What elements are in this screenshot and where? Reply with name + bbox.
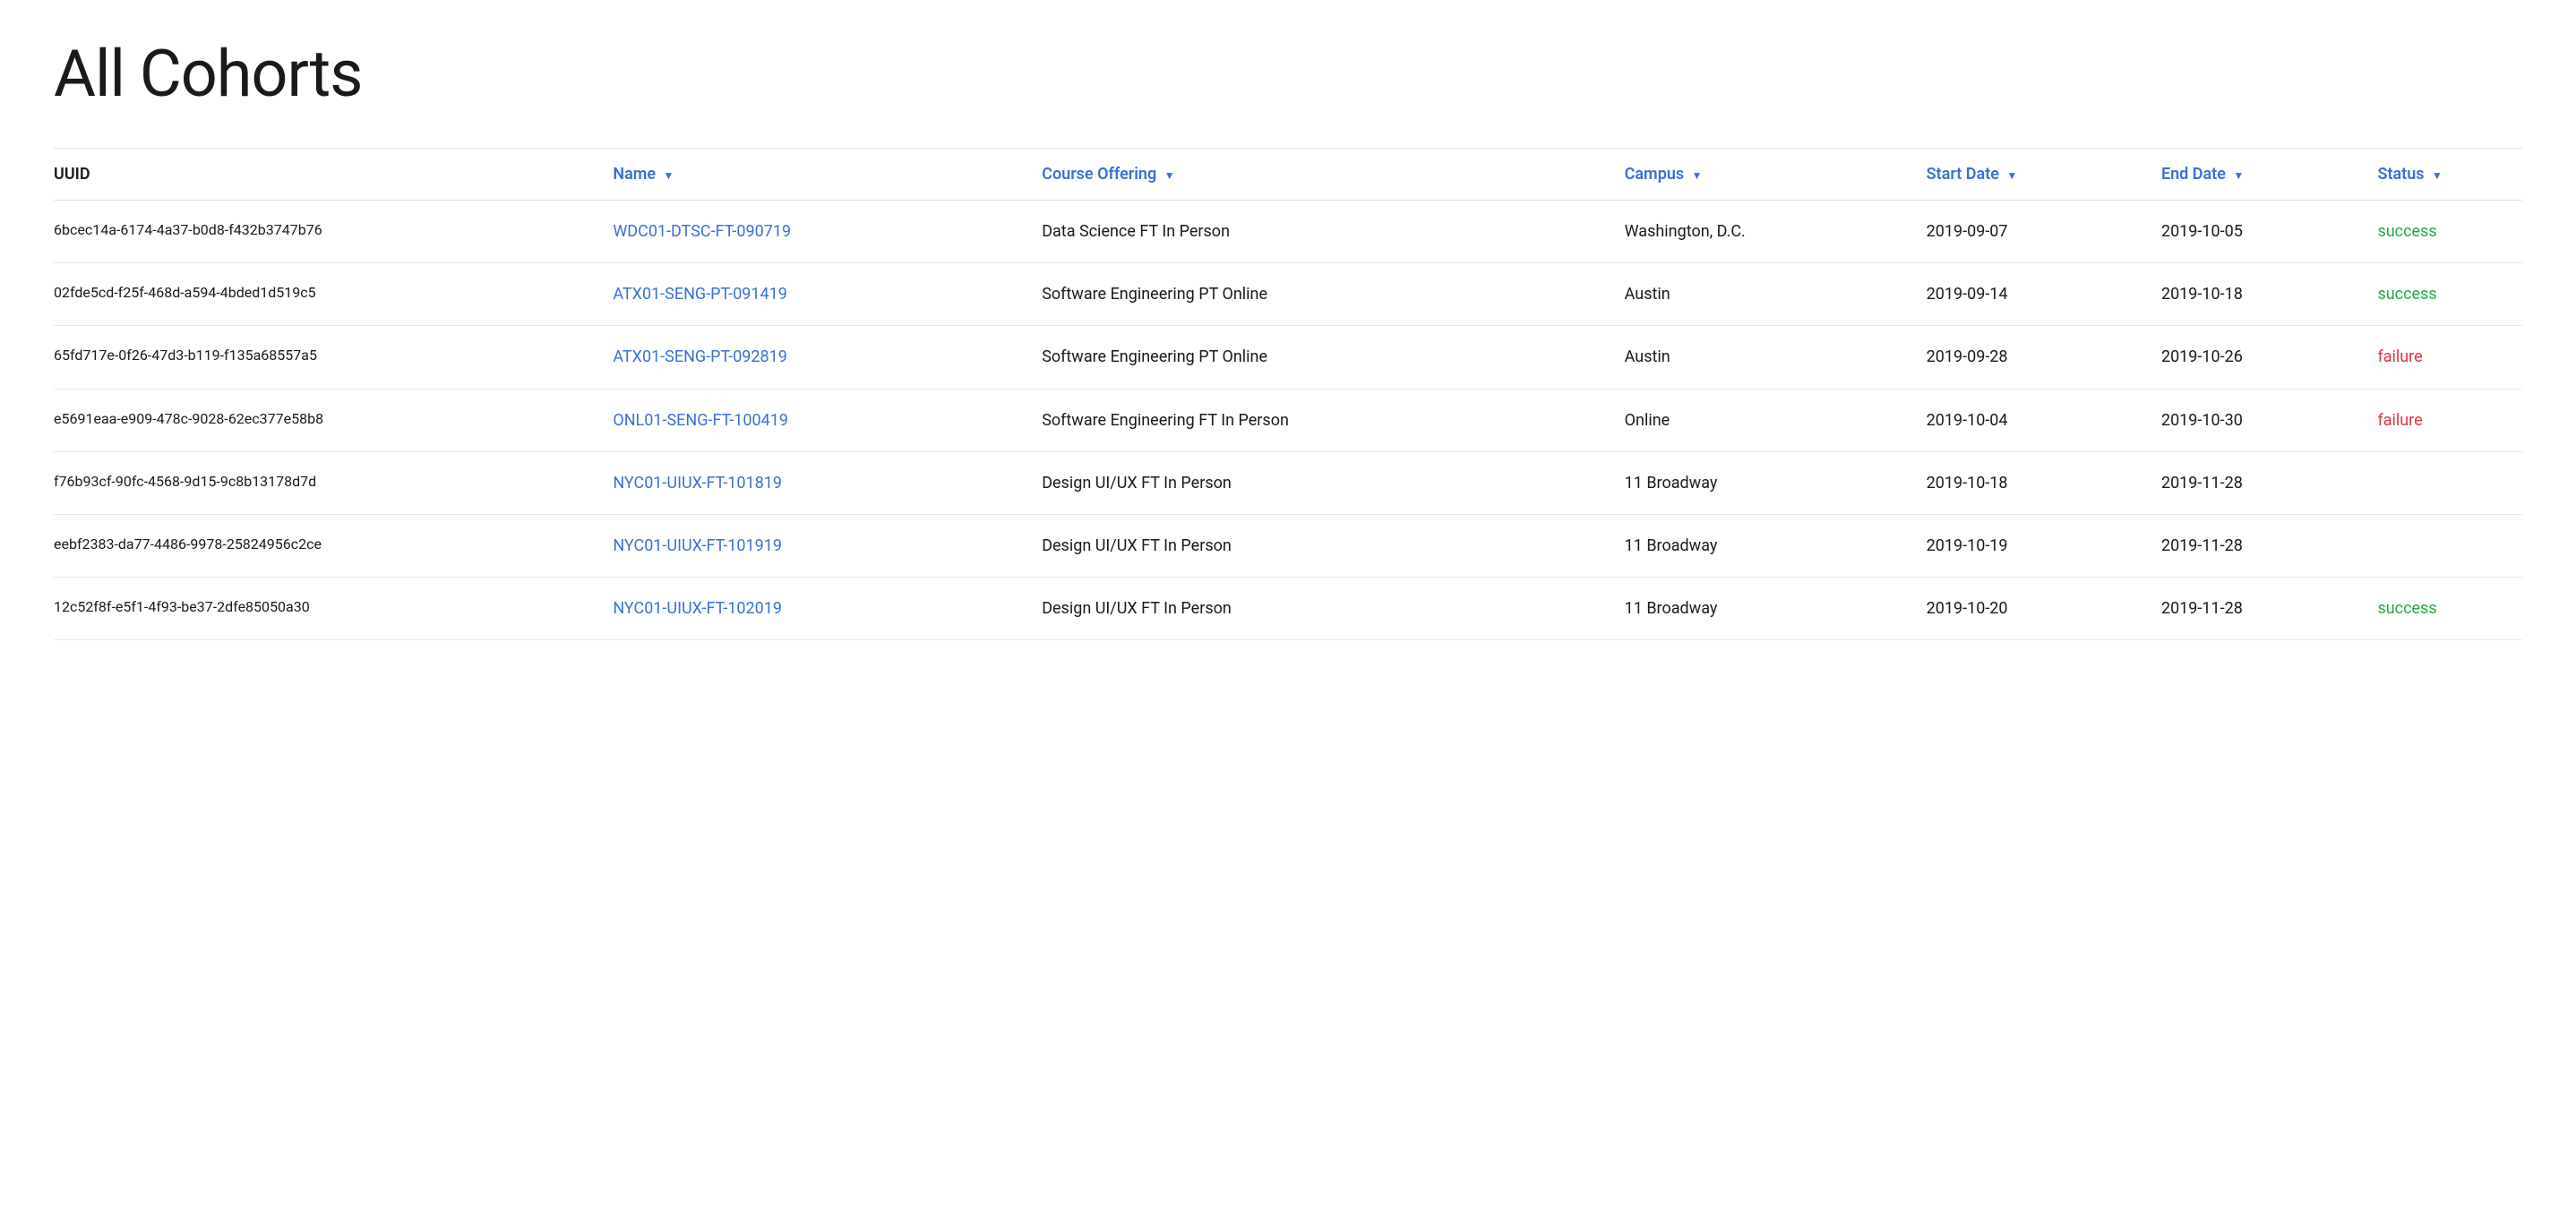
cell-campus: Austin	[1625, 263, 1927, 326]
table-row: 6bcec14a-6174-4a37-b0d8-f432b3747b76WDC0…	[54, 201, 2522, 263]
cell-campus: Austin	[1625, 326, 1927, 389]
cell-uuid: e5691eaa-e909-478c-9028-62ec377e58b8	[54, 389, 613, 451]
cell-status	[2377, 451, 2522, 514]
cell-course-offering: Design UI/UX FT In Person	[1042, 451, 1624, 514]
cohort-name-link[interactable]: NYC01-UIUX-FT-102019	[613, 599, 782, 618]
cohort-name-link[interactable]: WDC01-DTSC-FT-090719	[613, 222, 791, 241]
cell-name[interactable]: NYC01-UIUX-FT-101819	[613, 451, 1042, 514]
cell-start-date: 2019-10-04	[1927, 389, 2161, 451]
col-header-name[interactable]: Name ▼	[613, 149, 1042, 201]
sort-arrow-start-date: ▼	[2006, 169, 2017, 182]
cell-status: success	[2377, 263, 2522, 326]
cell-campus: Washington, D.C.	[1625, 201, 1927, 263]
col-header-status[interactable]: Status ▼	[2377, 149, 2522, 201]
cell-status: success	[2377, 201, 2522, 263]
cell-end-date: 2019-11-28	[2161, 451, 2378, 514]
cell-campus: 11 Broadway	[1625, 578, 1927, 640]
table-row: e5691eaa-e909-478c-9028-62ec377e58b8ONL0…	[54, 389, 2522, 451]
cell-name[interactable]: NYC01-UIUX-FT-102019	[613, 578, 1042, 640]
cell-start-date: 2019-10-20	[1927, 578, 2161, 640]
cell-end-date: 2019-10-26	[2161, 326, 2378, 389]
cell-start-date: 2019-09-28	[1927, 326, 2161, 389]
cohort-name-link[interactable]: NYC01-UIUX-FT-101819	[613, 474, 782, 493]
cell-name[interactable]: NYC01-UIUX-FT-101919	[613, 514, 1042, 577]
cell-name[interactable]: ATX01-SENG-PT-092819	[613, 326, 1042, 389]
table-row: 65fd717e-0f26-47d3-b119-f135a68557a5ATX0…	[54, 326, 2522, 389]
table-row: 12c52f8f-e5f1-4f93-be37-2dfe85050a30NYC0…	[54, 578, 2522, 640]
table-header-row: UUID Name ▼ Course Offering ▼ Campus ▼ S…	[54, 149, 2522, 201]
cell-name[interactable]: WDC01-DTSC-FT-090719	[613, 201, 1042, 263]
cell-status	[2377, 514, 2522, 577]
cohort-name-link[interactable]: ATX01-SENG-PT-091419	[613, 285, 787, 304]
cell-start-date: 2019-10-18	[1927, 451, 2161, 514]
cohort-name-link[interactable]: NYC01-UIUX-FT-101919	[613, 536, 782, 555]
sort-arrow-end-date: ▼	[2233, 169, 2244, 182]
cell-course-offering: Software Engineering PT Online	[1042, 263, 1624, 326]
cell-status: failure	[2377, 326, 2522, 389]
cell-campus: 11 Broadway	[1625, 514, 1927, 577]
cell-start-date: 2019-10-19	[1927, 514, 2161, 577]
cell-end-date: 2019-11-28	[2161, 578, 2378, 640]
cell-name[interactable]: ATX01-SENG-PT-091419	[613, 263, 1042, 326]
sort-arrow-course: ▼	[1164, 169, 1175, 182]
sort-arrow-name: ▼	[664, 169, 674, 182]
table-row: f76b93cf-90fc-4568-9d15-9c8b13178d7dNYC0…	[54, 451, 2522, 514]
cell-uuid: 12c52f8f-e5f1-4f93-be37-2dfe85050a30	[54, 578, 613, 640]
cell-course-offering: Software Engineering FT In Person	[1042, 389, 1624, 451]
cohorts-table: UUID Name ▼ Course Offering ▼ Campus ▼ S…	[54, 149, 2522, 640]
cell-course-offering: Data Science FT In Person	[1042, 201, 1624, 263]
cell-course-offering: Design UI/UX FT In Person	[1042, 578, 1624, 640]
cell-end-date: 2019-10-05	[2161, 201, 2378, 263]
cell-name[interactable]: ONL01-SENG-FT-100419	[613, 389, 1042, 451]
cell-campus: 11 Broadway	[1625, 451, 1927, 514]
cell-uuid: eebf2383-da77-4486-9978-25824956c2ce	[54, 514, 613, 577]
cell-start-date: 2019-09-07	[1927, 201, 2161, 263]
cell-start-date: 2019-09-14	[1927, 263, 2161, 326]
cell-course-offering: Design UI/UX FT In Person	[1042, 514, 1624, 577]
sort-arrow-status: ▼	[2432, 169, 2443, 182]
col-header-campus[interactable]: Campus ▼	[1625, 149, 1927, 201]
cell-course-offering: Software Engineering PT Online	[1042, 326, 1624, 389]
cell-uuid: 65fd717e-0f26-47d3-b119-f135a68557a5	[54, 326, 613, 389]
sort-arrow-campus: ▼	[1692, 169, 1703, 182]
cell-end-date: 2019-10-18	[2161, 263, 2378, 326]
cohort-name-link[interactable]: ONL01-SENG-FT-100419	[613, 411, 788, 430]
table-row: 02fde5cd-f25f-468d-a594-4bded1d519c5ATX0…	[54, 263, 2522, 326]
col-header-uuid: UUID	[54, 149, 613, 201]
cell-campus: Online	[1625, 389, 1927, 451]
cell-end-date: 2019-11-28	[2161, 514, 2378, 577]
col-header-end-date[interactable]: End Date ▼	[2161, 149, 2378, 201]
cell-uuid: 02fde5cd-f25f-468d-a594-4bded1d519c5	[54, 263, 613, 326]
page-title: All Cohorts	[54, 36, 2522, 112]
col-header-start-date[interactable]: Start Date ▼	[1927, 149, 2161, 201]
col-header-course-offering[interactable]: Course Offering ▼	[1042, 149, 1624, 201]
cell-end-date: 2019-10-30	[2161, 389, 2378, 451]
cell-status: failure	[2377, 389, 2522, 451]
cell-status: success	[2377, 578, 2522, 640]
table-row: eebf2383-da77-4486-9978-25824956c2ceNYC0…	[54, 514, 2522, 577]
cell-uuid: 6bcec14a-6174-4a37-b0d8-f432b3747b76	[54, 201, 613, 263]
cohort-name-link[interactable]: ATX01-SENG-PT-092819	[613, 347, 787, 366]
cell-uuid: f76b93cf-90fc-4568-9d15-9c8b13178d7d	[54, 451, 613, 514]
